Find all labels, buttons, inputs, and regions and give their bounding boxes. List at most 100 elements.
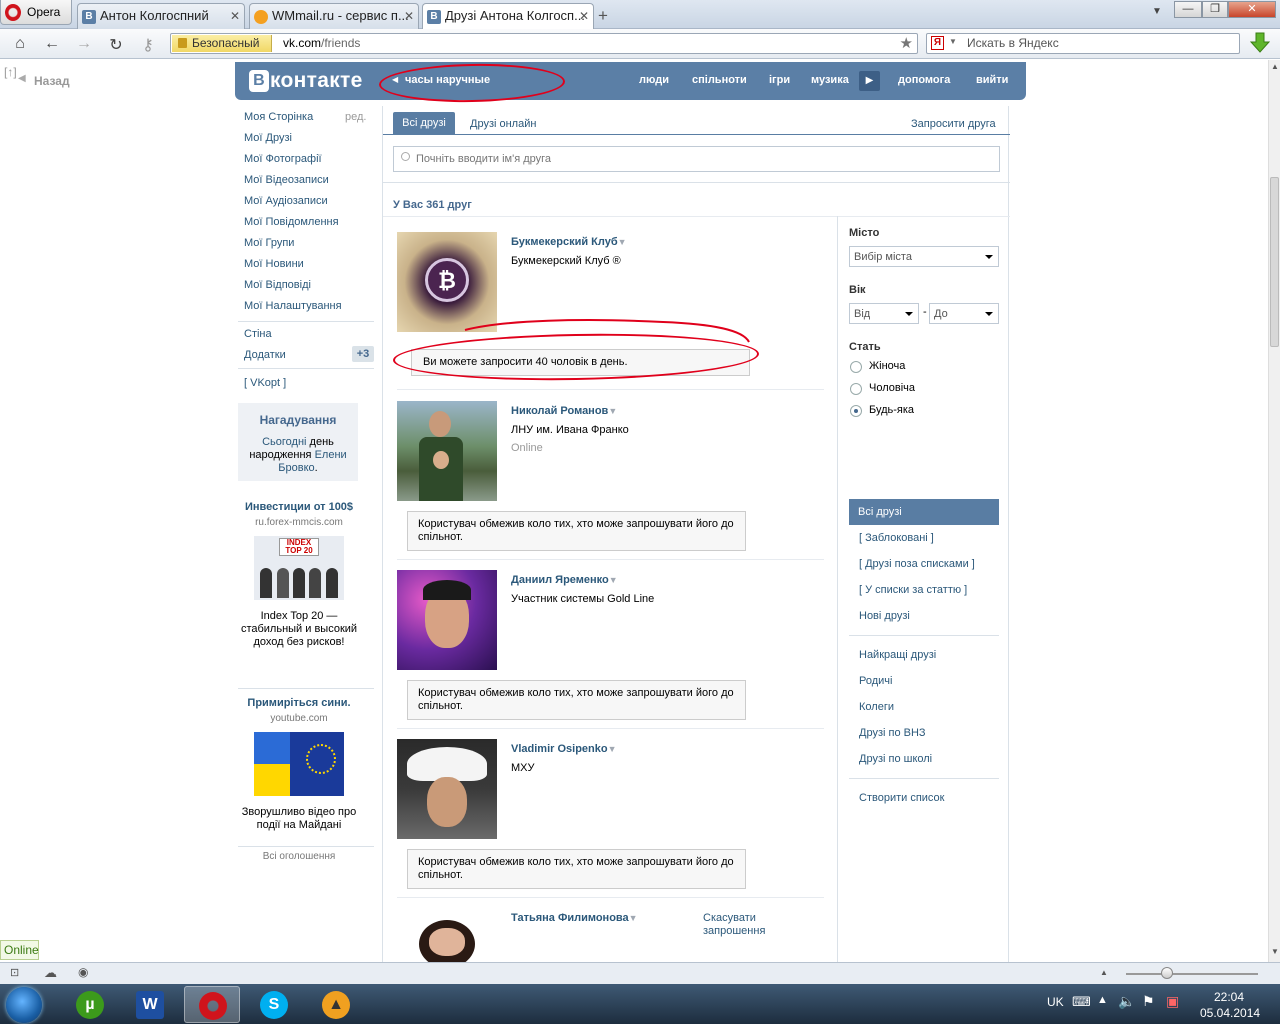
home-icon[interactable]: ⌂ [10,35,30,53]
friend-menu-chevron-icon[interactable]: ▼ [608,744,617,754]
age-from-select[interactable]: Від [849,303,919,324]
list-all-friends[interactable]: Всі друзі [849,499,999,525]
sex-female-label[interactable]: Жіноча [869,360,905,372]
sex-any-radio[interactable] [850,405,862,417]
close-tab-icon[interactable]: ✕ [404,9,414,23]
cancel-request-link[interactable]: Скасувати запрошення [703,912,783,938]
list-colleagues[interactable]: Колеги [859,701,894,713]
friend-avatar[interactable] [397,908,497,962]
zoom-slider-track[interactable] [1126,973,1258,975]
go-up-button[interactable]: [↑] [4,65,17,79]
panel-toggle-icon[interactable]: ⊡ [10,966,19,979]
friend-avatar[interactable] [397,739,497,839]
nav-my-page[interactable]: Моя Сторінка [244,111,313,123]
key-icon[interactable]: ⚷ [138,35,158,55]
browser-tab-1[interactable]: В Антон Колгоспний ✕ [77,3,245,29]
nav-apps[interactable]: Додатки [244,349,286,361]
zoom-toggle-icon[interactable]: ▲ [1100,968,1108,977]
age-to-select[interactable]: До [929,303,999,324]
create-list-link[interactable]: Створити список [859,792,944,804]
menu-communities[interactable]: спільноти [692,74,747,86]
sex-female-radio[interactable] [850,361,862,373]
tab-all-friends[interactable]: Всі друзі [393,112,455,135]
friend-menu-chevron-icon[interactable]: ▼ [608,406,617,416]
invite-friend-link[interactable]: Запросити друга [911,118,996,130]
nav-my-videos[interactable]: Мої Відеозаписи [244,174,329,186]
edit-link[interactable]: ред. [345,111,366,123]
reminder-today-link[interactable]: Сьогодні [262,436,306,448]
friend-menu-chevron-icon[interactable]: ▼ [618,237,627,247]
keyboard-icon[interactable]: ⌨ [1072,994,1091,1010]
ad-image-flags[interactable] [254,732,344,796]
friend-name-link[interactable]: Николай Романов▼ [511,405,617,417]
ad-block-2[interactable]: Примиріться сини. youtube.com Зворушливо… [240,697,358,832]
list-university-friends[interactable]: Друзі по ВНЗ [859,727,926,739]
taskbar-word[interactable]: W [122,986,178,1023]
turbo-gauge-icon[interactable]: ◉ [78,965,88,979]
menu-music[interactable]: музика [811,74,849,86]
friend-menu-chevron-icon[interactable]: ▼ [629,913,638,923]
list-unlisted[interactable]: [ Друзі поза списками ] [859,558,975,570]
list-new-friends[interactable]: Нові друзі [859,610,910,622]
nav-my-photos[interactable]: Мої Фотографії [244,153,322,165]
nav-my-messages[interactable]: Мої Повідомлення [244,216,339,228]
menu-games[interactable]: ігри [769,74,790,86]
volume-icon[interactable]: 🔈 [1118,993,1135,1010]
taskbar-opera[interactable] [184,986,240,1023]
back-arrow-icon[interactable]: ← [42,35,62,53]
zoom-slider-handle[interactable] [1161,967,1173,979]
all-ads-link[interactable]: Всі оголошення [240,850,358,863]
taskbar-skype[interactable]: S [246,986,302,1023]
friend-name-link[interactable]: Даниил Яременко▼ [511,574,618,586]
player-play-icon[interactable]: ▶ [859,71,880,91]
yandex-search-field[interactable]: Я ▼ Искать в Яндекс [926,33,1240,54]
vk-logo[interactable]: Вконтакте [249,69,363,93]
friend-name-link[interactable]: Татьяна Филимонова▼ [511,912,638,924]
scroll-up-arrow-icon[interactable]: ▲ [1271,62,1279,71]
nav-wall[interactable]: Стіна [244,328,272,340]
tab-list-chevron-icon[interactable]: ▼ [1152,6,1162,17]
browser-tab-3-active[interactable]: В Друзі Антона Колгосп... ✕ [422,3,594,30]
reload-icon[interactable]: ↻ [106,35,126,55]
opera-unite-cloud-icon[interactable]: ☁ [44,965,57,981]
menu-logout[interactable]: вийти [976,74,1008,86]
nav-my-friends[interactable]: Мої Друзі [244,132,292,144]
menu-people[interactable]: люди [639,74,669,86]
friend-avatar[interactable] [397,401,497,501]
secure-badge[interactable]: Безопасный [172,35,272,52]
list-blocked[interactable]: [ Заблоковані ] [859,532,934,544]
page-scrollbar[interactable]: ▲ ▼ [1268,60,1280,962]
close-window-button[interactable]: ✕ [1228,1,1276,18]
friend-menu-chevron-icon[interactable]: ▼ [609,575,618,585]
city-select[interactable]: Вибір міста [849,246,999,267]
friend-name-link[interactable]: Vladimir Osipenko▼ [511,743,617,755]
nav-my-news[interactable]: Мої Новини [244,258,304,270]
friend-avatar[interactable] [397,570,497,670]
language-indicator[interactable]: UK [1047,995,1064,1009]
friend-name-link[interactable]: Букмекерский Клуб▼ [511,236,627,248]
nav-my-settings[interactable]: Мої Налаштування [244,300,342,312]
clock-time[interactable]: 22:04 [1214,990,1244,1004]
scroll-down-arrow-icon[interactable]: ▼ [1271,947,1279,956]
sex-male-label[interactable]: Чоловіча [869,382,915,394]
ad-image-index-top20[interactable]: INDEX TOP 20 [254,536,344,600]
nav-vkopt[interactable]: [ VKopt ] [244,377,286,389]
nav-my-groups[interactable]: Мої Групи [244,237,294,249]
clock-date[interactable]: 05.04.2014 [1200,1006,1260,1020]
back-link[interactable]: Назад [34,74,70,88]
ad-title[interactable]: Инвестиции от 100$ [240,501,358,514]
network-disconnected-icon[interactable]: ▣ [1166,993,1179,1010]
opera-menu-button[interactable]: Opera [0,0,72,25]
friend-search-input[interactable]: Почніть вводити ім'я друга [393,146,1000,172]
ad-block-1[interactable]: Инвестиции от 100$ ru.forex-mmcis.com IN… [240,501,358,649]
nav-my-audio[interactable]: Мої Аудіозаписи [244,195,328,207]
forward-arrow-icon[interactable]: → [74,35,94,53]
ad-title[interactable]: Примиріться сини. [240,697,358,710]
search-engine-chevron-icon[interactable]: ▼ [949,37,957,46]
windows-start-button[interactable] [6,987,42,1023]
menu-help[interactable]: допомога [898,74,950,86]
browser-tab-2[interactable]: WMmail.ru - сервис п... ✕ [249,3,419,29]
tray-expand-icon[interactable]: ▲ [1097,994,1108,1006]
restore-button[interactable]: ❐ [1202,1,1228,18]
taskbar-utorrent[interactable]: µ [62,986,118,1023]
